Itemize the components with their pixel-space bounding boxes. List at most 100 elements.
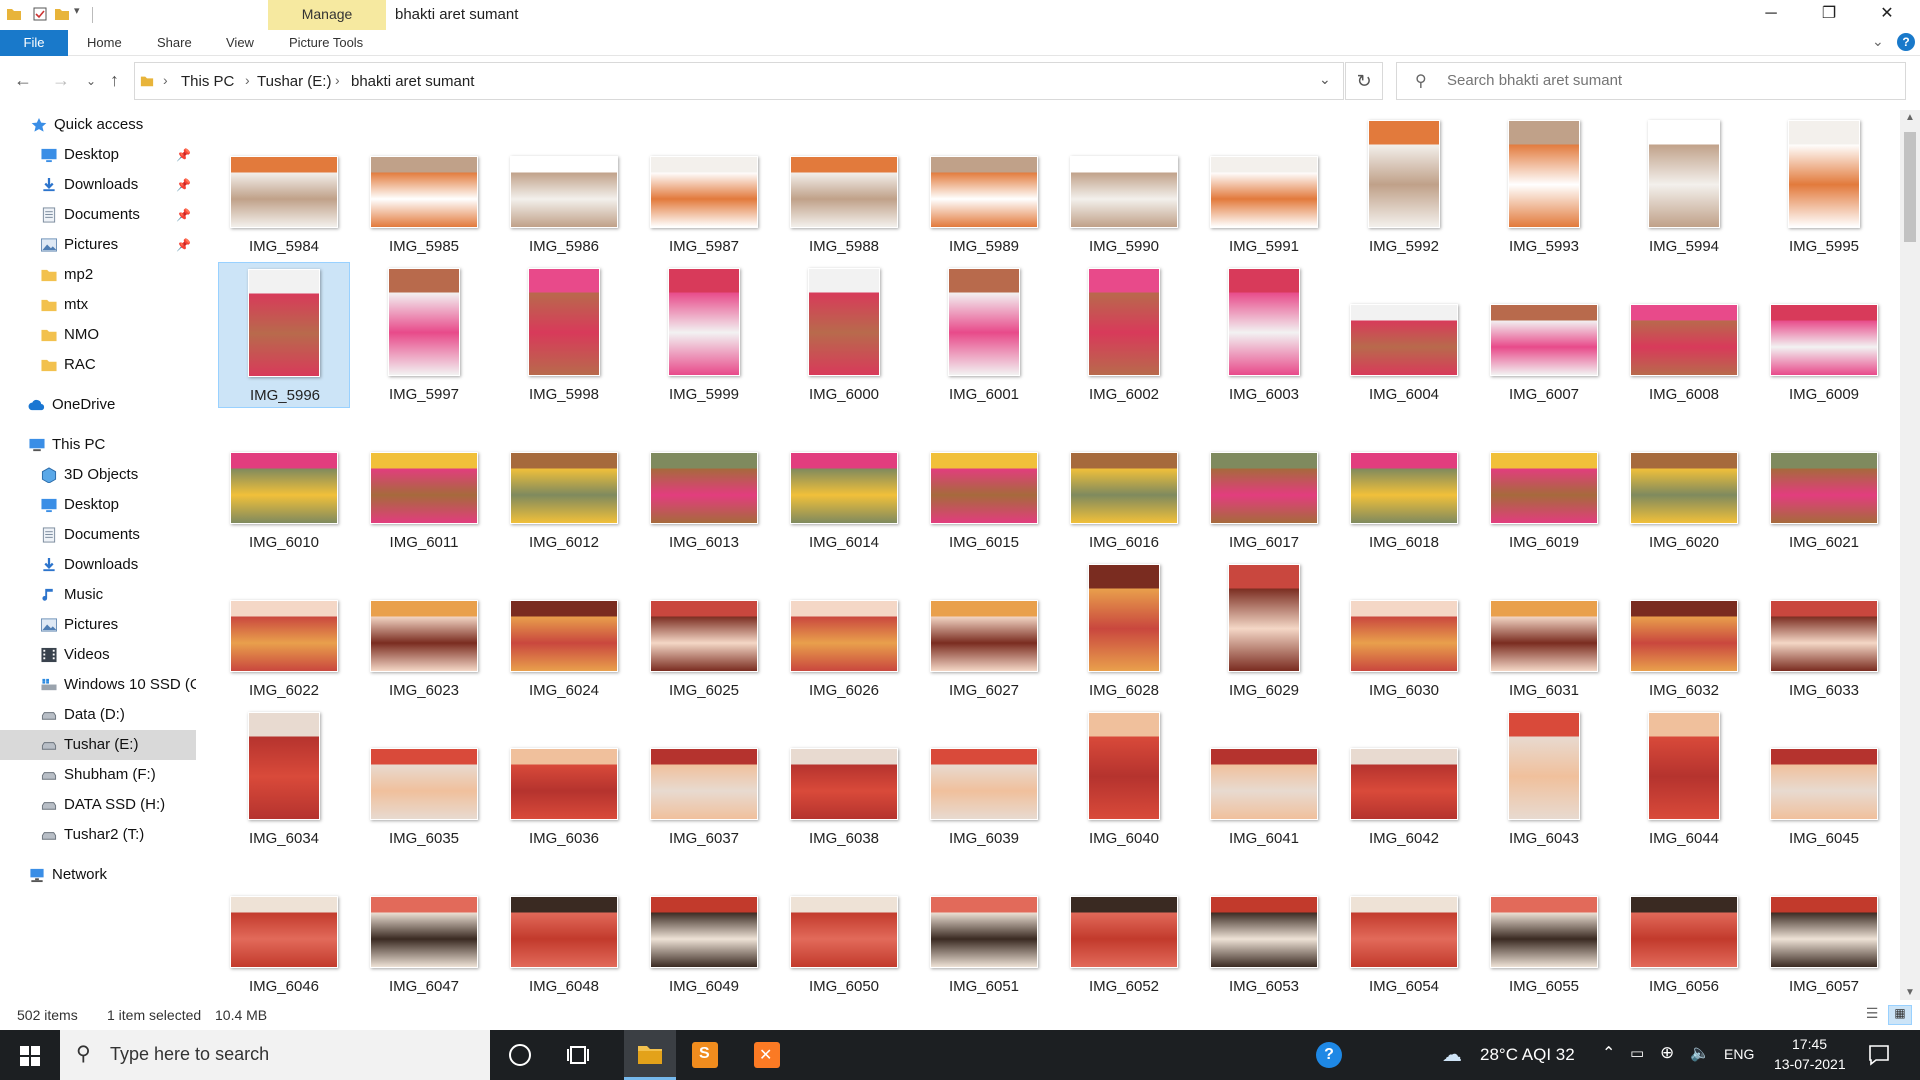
file-tile[interactable]: IMG_6046 bbox=[218, 854, 350, 1000]
file-tile[interactable]: IMG_5993 bbox=[1478, 114, 1610, 260]
battery-icon[interactable]: ▭ bbox=[1630, 1044, 1644, 1062]
file-tile[interactable]: IMG_6039 bbox=[918, 706, 1050, 852]
task-view-icon[interactable] bbox=[567, 1044, 591, 1066]
sidebar-item-data-d[interactable]: Data (D:) bbox=[0, 700, 196, 730]
manage-tab[interactable]: Manage bbox=[268, 0, 386, 30]
sidebar-item-network[interactable]: Network bbox=[0, 860, 196, 890]
refresh-button[interactable]: ↻ bbox=[1345, 62, 1383, 100]
file-tile[interactable]: IMG_6048 bbox=[498, 854, 630, 1000]
weather-text[interactable]: 28°C AQI 32 bbox=[1480, 1045, 1575, 1065]
sidebar-item-3d-objects[interactable]: 3D Objects bbox=[0, 460, 196, 490]
address-bar[interactable]: › This PC › Tushar (E:) › bhakti aret su… bbox=[134, 62, 1344, 100]
file-tile[interactable]: IMG_6010 bbox=[218, 410, 350, 556]
file-tile[interactable]: IMG_6032 bbox=[1618, 558, 1750, 704]
file-tile[interactable]: IMG_6018 bbox=[1338, 410, 1470, 556]
breadcrumb-separator[interactable]: › bbox=[163, 72, 168, 88]
file-tile[interactable]: IMG_6002 bbox=[1058, 262, 1190, 408]
breadcrumb-drive[interactable]: Tushar (E:) bbox=[257, 73, 331, 90]
help-icon[interactable]: ? bbox=[1897, 33, 1915, 51]
weather-cloud-icon[interactable]: ☁ bbox=[1442, 1042, 1462, 1067]
file-tile[interactable]: IMG_6035 bbox=[358, 706, 490, 852]
search-box[interactable]: ⚲ bbox=[1396, 62, 1906, 100]
scrollbar-thumb[interactable] bbox=[1904, 132, 1916, 242]
file-tile[interactable]: IMG_6051 bbox=[918, 854, 1050, 1000]
volume-icon[interactable]: 🔈 bbox=[1690, 1043, 1710, 1063]
language-indicator[interactable]: ENG bbox=[1724, 1046, 1754, 1062]
sidebar-item-nmo[interactable]: NMO bbox=[0, 320, 196, 350]
file-explorer-taskbar-button[interactable] bbox=[624, 1030, 676, 1080]
file-tile[interactable]: IMG_6014 bbox=[778, 410, 910, 556]
file-tile[interactable]: IMG_6019 bbox=[1478, 410, 1610, 556]
file-tab[interactable]: File bbox=[0, 30, 68, 56]
file-tile[interactable]: IMG_6056 bbox=[1618, 854, 1750, 1000]
vertical-scrollbar[interactable]: ▲ ▼ bbox=[1900, 110, 1920, 1000]
xampp-icon[interactable]: ✕ bbox=[754, 1042, 780, 1068]
file-tile[interactable]: IMG_6050 bbox=[778, 854, 910, 1000]
file-tile[interactable]: IMG_6038 bbox=[778, 706, 910, 852]
file-tile[interactable]: IMG_5997 bbox=[358, 262, 490, 408]
scroll-down-icon[interactable]: ▼ bbox=[1905, 987, 1915, 998]
file-tile[interactable]: IMG_6026 bbox=[778, 558, 910, 704]
file-tile[interactable]: IMG_6042 bbox=[1338, 706, 1470, 852]
sidebar-item-rac[interactable]: RAC bbox=[0, 350, 196, 380]
file-tile[interactable]: IMG_5992 bbox=[1338, 114, 1470, 260]
file-tile[interactable]: IMG_6057 bbox=[1758, 854, 1890, 1000]
search-input[interactable] bbox=[1447, 72, 1887, 89]
file-tile[interactable]: IMG_6043 bbox=[1478, 706, 1610, 852]
details-view-icon[interactable]: ☰ bbox=[1862, 1005, 1882, 1025]
file-tile[interactable]: IMG_5988 bbox=[778, 114, 910, 260]
file-tile[interactable]: IMG_6023 bbox=[358, 558, 490, 704]
file-tile[interactable]: IMG_5987 bbox=[638, 114, 770, 260]
sidebar-item-downloads[interactable]: Downloads 📌 bbox=[0, 170, 196, 200]
windows-start-icon[interactable] bbox=[20, 1046, 40, 1066]
file-tile[interactable]: IMG_6029 bbox=[1198, 558, 1330, 704]
network-globe-icon[interactable]: ⊕ bbox=[1660, 1043, 1674, 1063]
sidebar-item-pictures[interactable]: Pictures bbox=[0, 610, 196, 640]
breadcrumb-folder[interactable]: bhakti aret sumant bbox=[351, 73, 474, 90]
sidebar-item-shubham-f[interactable]: Shubham (F:) bbox=[0, 760, 196, 790]
file-tile[interactable]: IMG_6027 bbox=[918, 558, 1050, 704]
file-tile[interactable]: IMG_6054 bbox=[1338, 854, 1470, 1000]
recent-locations-icon[interactable]: ⌄ bbox=[86, 74, 96, 88]
properties-icon[interactable] bbox=[32, 6, 48, 22]
sidebar-item-desktop[interactable]: Desktop 📌 bbox=[0, 140, 196, 170]
new-folder-icon[interactable] bbox=[54, 6, 70, 22]
sidebar-item-this-pc[interactable]: This PC bbox=[0, 430, 196, 460]
file-tile[interactable]: IMG_6049 bbox=[638, 854, 770, 1000]
file-tile[interactable]: IMG_5991 bbox=[1198, 114, 1330, 260]
file-tile[interactable]: IMG_6007 bbox=[1478, 262, 1610, 408]
file-tile[interactable]: IMG_5994 bbox=[1618, 114, 1750, 260]
file-tile[interactable]: IMG_5995 bbox=[1758, 114, 1890, 260]
file-tile[interactable]: IMG_6030 bbox=[1338, 558, 1470, 704]
file-tile[interactable]: IMG_6055 bbox=[1478, 854, 1610, 1000]
file-tile[interactable]: IMG_6000 bbox=[778, 262, 910, 408]
back-arrow-icon[interactable]: ← bbox=[14, 70, 32, 91]
file-tile[interactable]: IMG_6016 bbox=[1058, 410, 1190, 556]
file-tile[interactable]: IMG_6031 bbox=[1478, 558, 1610, 704]
help-icon[interactable]: ? bbox=[1316, 1042, 1342, 1068]
sidebar-item-mp2[interactable]: mp2 bbox=[0, 260, 196, 290]
notifications-icon[interactable] bbox=[1868, 1044, 1890, 1066]
file-tile[interactable]: IMG_5996 bbox=[218, 262, 350, 408]
file-tile[interactable]: IMG_6033 bbox=[1758, 558, 1890, 704]
file-tile[interactable]: IMG_6044 bbox=[1618, 706, 1750, 852]
file-tile[interactable]: IMG_6025 bbox=[638, 558, 770, 704]
tab-share[interactable]: Share bbox=[157, 30, 192, 56]
large-icons-view-icon[interactable]: ▦ bbox=[1888, 1005, 1912, 1025]
sidebar-item-onedrive[interactable]: OneDrive bbox=[0, 390, 196, 420]
file-tile[interactable]: IMG_5984 bbox=[218, 114, 350, 260]
sidebar-item-documents[interactable]: Documents bbox=[0, 520, 196, 550]
file-tile[interactable]: IMG_6017 bbox=[1198, 410, 1330, 556]
sidebar-item-music[interactable]: Music bbox=[0, 580, 196, 610]
sublime-text-icon[interactable]: S bbox=[692, 1042, 718, 1068]
file-tile[interactable]: IMG_6045 bbox=[1758, 706, 1890, 852]
file-tile[interactable]: IMG_6021 bbox=[1758, 410, 1890, 556]
file-tile[interactable]: IMG_5986 bbox=[498, 114, 630, 260]
up-arrow-icon[interactable]: ↑ bbox=[110, 70, 119, 91]
sidebar-item-quick-access[interactable]: Quick access bbox=[0, 110, 196, 140]
sidebar-item-pictures[interactable]: Pictures 📌 bbox=[0, 230, 196, 260]
sidebar-item-data-ssd-h[interactable]: DATA SSD (H:) bbox=[0, 790, 196, 820]
scroll-up-icon[interactable]: ▲ bbox=[1905, 112, 1915, 123]
forward-arrow-icon[interactable]: → bbox=[52, 70, 70, 91]
file-tile[interactable]: IMG_6047 bbox=[358, 854, 490, 1000]
